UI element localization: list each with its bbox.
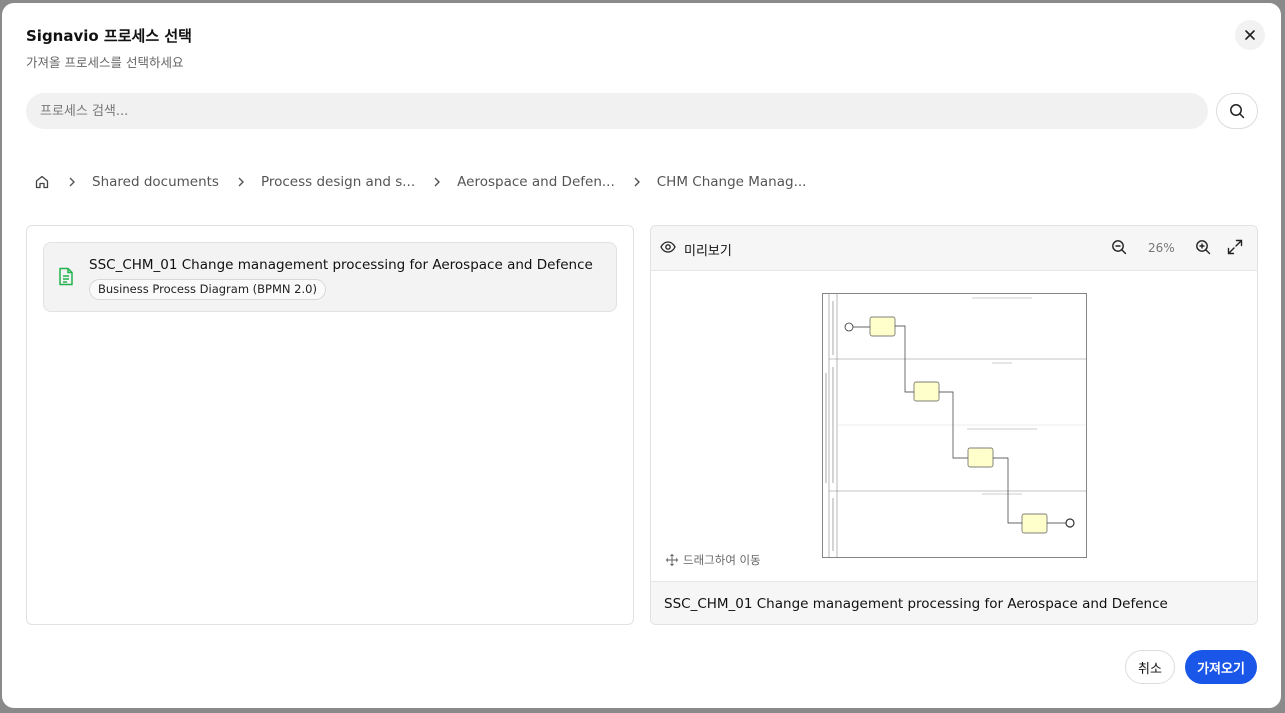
chevron-right-icon [633, 176, 641, 188]
process-list: SSC_CHM_01 Change management processing … [26, 225, 634, 625]
document-icon [59, 267, 73, 286]
home-icon [35, 175, 49, 189]
preview-process-title: SSC_CHM_01 Change management processing … [664, 596, 1168, 612]
import-button[interactable]: 가져오기 [1185, 650, 1257, 684]
dialog-subtitle: 가져올 프로세스를 선택하세요 [26, 55, 184, 70]
zoom-in-icon[interactable] [1195, 239, 1211, 255]
breadcrumb-item[interactable]: Process design and s... [261, 174, 415, 190]
file-type-badge: Business Process Diagram (BPMN 2.0) [89, 279, 326, 300]
move-icon [666, 554, 678, 566]
fullscreen-icon[interactable] [1227, 239, 1243, 255]
close-icon [1245, 30, 1255, 40]
preview-header: 미리보기 26% [651, 226, 1257, 271]
breadcrumb-item[interactable]: Shared documents [92, 174, 219, 190]
zoom-out-icon[interactable] [1111, 239, 1127, 255]
list-item[interactable]: SSC_CHM_01 Change management processing … [43, 242, 617, 312]
eye-icon [660, 241, 676, 253]
breadcrumb-home[interactable] [34, 174, 50, 190]
zoom-level: 26% [1148, 241, 1175, 255]
drag-hint: 드래그하여 이동 [666, 552, 761, 568]
search-button[interactable] [1216, 93, 1258, 129]
chevron-right-icon [237, 176, 245, 188]
drag-hint-text: 드래그하여 이동 [683, 553, 761, 567]
chevron-right-icon [433, 176, 441, 188]
close-button[interactable] [1235, 20, 1265, 50]
search-icon [1230, 104, 1245, 119]
preview-footer: SSC_CHM_01 Change management processing … [651, 581, 1257, 624]
breadcrumb-item[interactable]: Aerospace and Defen... [457, 174, 615, 190]
preview-panel: 미리보기 26% 드래그하여 이동 SSC_CHM_01 Change mana… [650, 225, 1258, 625]
breadcrumb: Shared documents Process design and s...… [34, 171, 806, 193]
preview-label: 미리보기 [684, 244, 732, 259]
breadcrumb-item-current[interactable]: CHM Change Manag... [657, 174, 807, 190]
file-name: SSC_CHM_01 Change management processing … [89, 257, 593, 273]
search-input[interactable] [26, 93, 1208, 129]
bpmn-diagram-preview [822, 293, 1087, 558]
diagram-canvas[interactable]: 드래그하여 이동 [651, 272, 1257, 581]
cancel-button[interactable]: 취소 [1125, 650, 1175, 684]
dialog-title: Signavio 프로세스 선택 [26, 27, 192, 45]
chevron-right-icon [68, 176, 76, 188]
process-select-dialog: Signavio 프로세스 선택 가져올 프로세스를 선택하세요 Shared … [2, 3, 1281, 708]
